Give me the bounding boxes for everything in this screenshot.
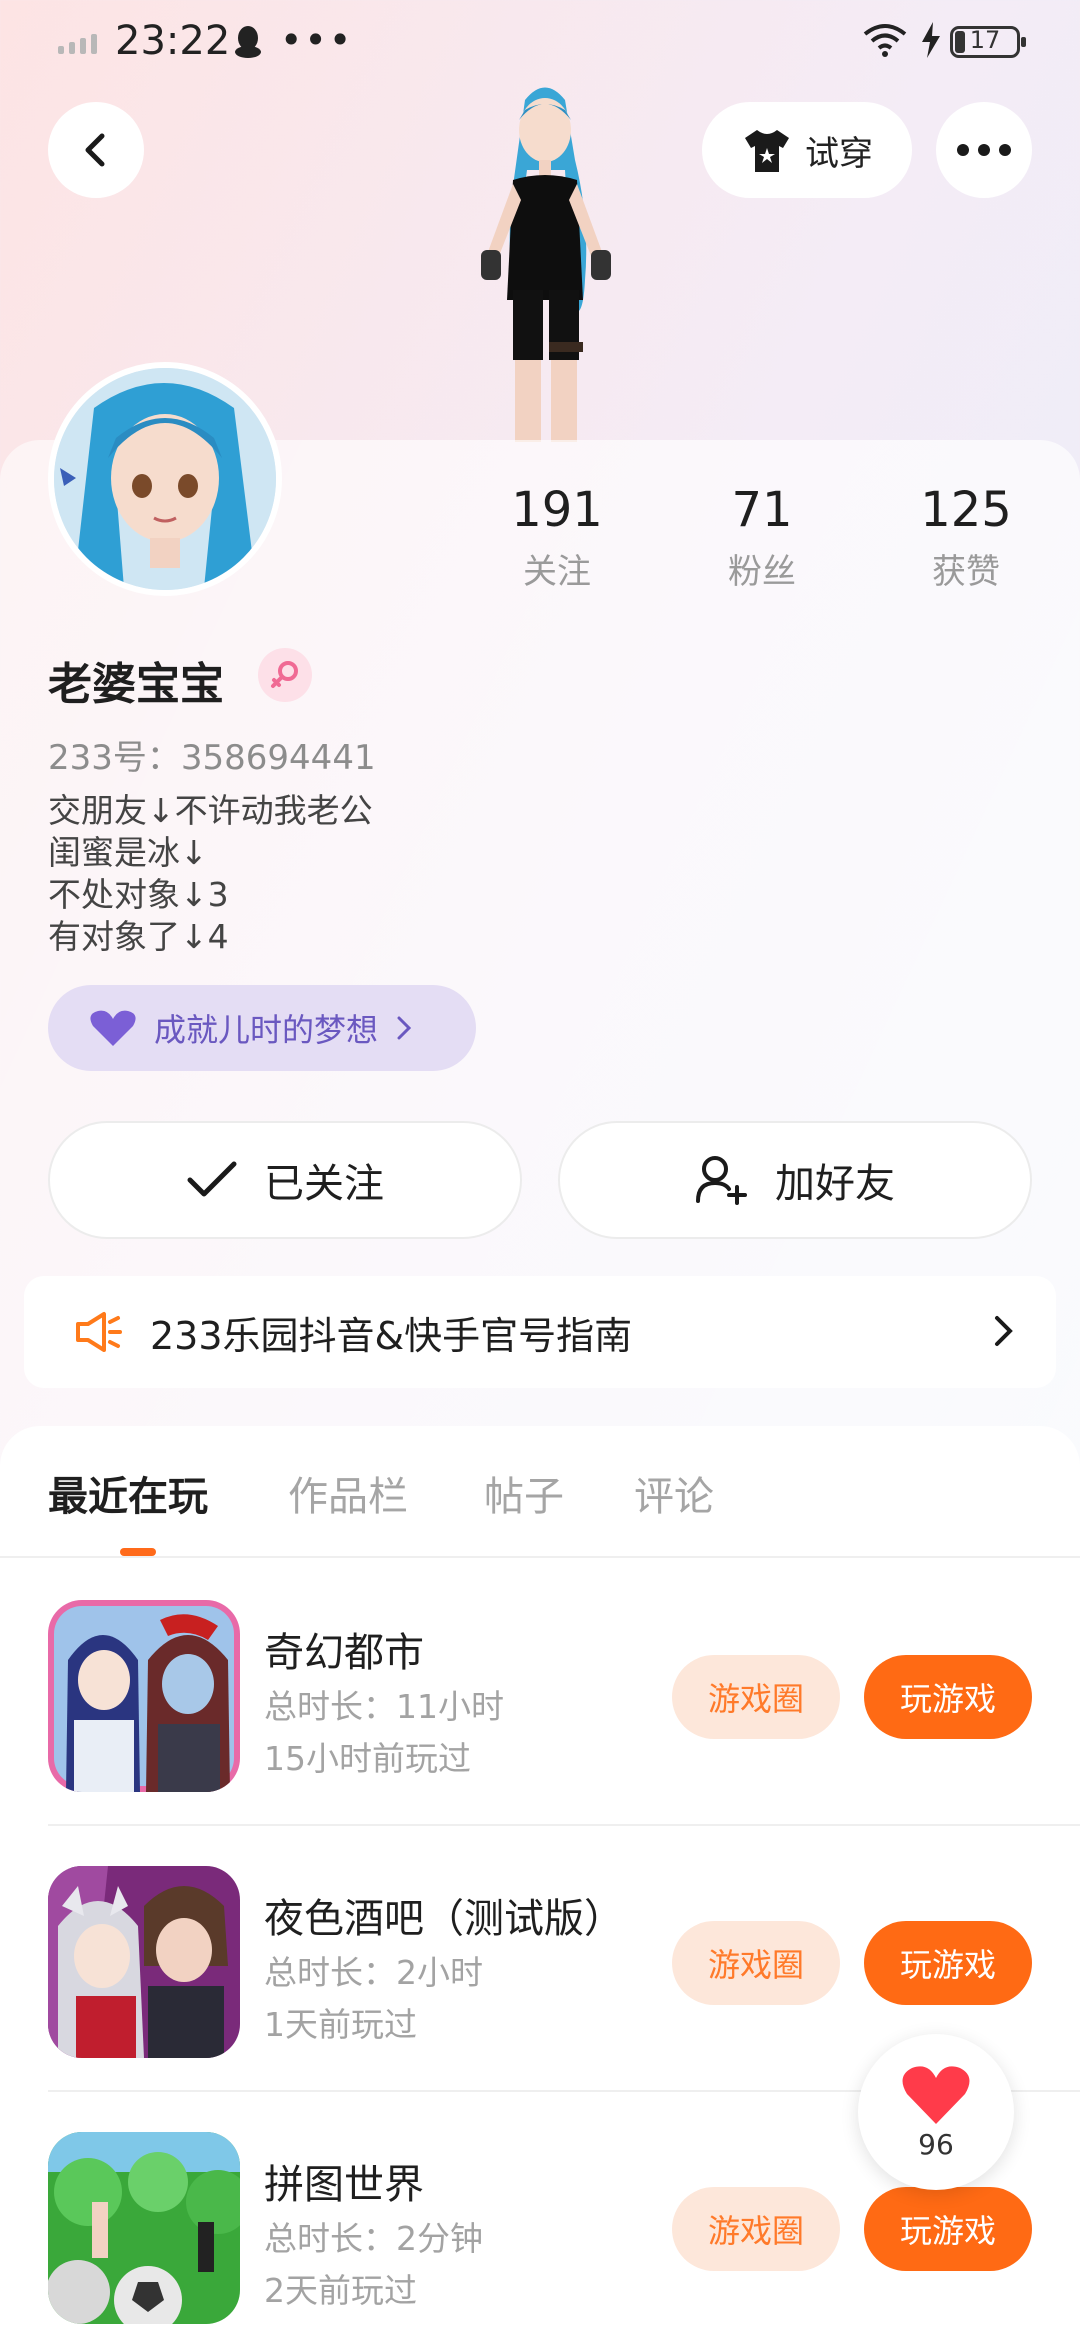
active-tab-indicator: [120, 1548, 156, 1556]
status-time: 23:22: [115, 18, 231, 64]
bio-line: 交朋友↓不许动我老公: [48, 791, 373, 830]
bio-line: 闺蜜是冰↓: [48, 833, 208, 872]
megaphone-icon: [76, 1312, 122, 1352]
like-count: 96: [918, 2127, 954, 2161]
stat-following[interactable]: 191 关注: [467, 482, 647, 593]
notice-text: 233乐园抖音&快手官号指南: [150, 1313, 633, 1358]
tab-comments[interactable]: 评论: [634, 1464, 714, 1522]
bio: 交朋友↓不许动我老公 闺蜜是冰↓ 不处对象↓3 有对象了↓4: [48, 790, 373, 958]
game-name: 夜色酒吧（测试版）: [264, 1896, 624, 1942]
followed-label: 已关注: [264, 1161, 384, 1207]
tab-works[interactable]: 作品栏: [288, 1464, 408, 1522]
tab-bar: 最近在玩 作品栏 帖子 评论: [0, 1426, 1080, 1558]
red-heart-icon: [902, 2065, 970, 2124]
stat-likes[interactable]: 125 获赞: [876, 482, 1056, 593]
back-button[interactable]: [48, 102, 144, 198]
dream-chip[interactable]: 成就儿时的梦想: [48, 985, 476, 1071]
avatar-portrait: [54, 368, 276, 590]
followed-button[interactable]: 已关注: [48, 1121, 522, 1239]
game-duration: 总时长：2分钟: [264, 2219, 483, 2258]
try-on-button[interactable]: 试穿: [702, 102, 912, 198]
avatar[interactable]: [48, 362, 282, 596]
tab-recently-played[interactable]: 最近在玩: [48, 1464, 208, 1522]
notice-banner[interactable]: 233乐园抖音&快手官号指南: [24, 1276, 1056, 1388]
battery-level: 17: [969, 26, 1001, 54]
more-options-button[interactable]: [936, 102, 1032, 198]
stat-followers[interactable]: 71 粉丝: [672, 482, 852, 593]
qq-penguin-icon: [235, 26, 261, 58]
add-friend-label: 加好友: [775, 1161, 895, 1207]
game-last-played: 15小时前玩过: [264, 1739, 471, 1778]
purple-heart-icon: [90, 1010, 136, 1046]
game-name: 拼图世界: [264, 2162, 424, 2208]
game-circle-button[interactable]: 游戏圈: [672, 1655, 840, 1739]
charging-icon: [922, 22, 940, 58]
wifi-icon: [863, 24, 907, 57]
try-on-label: 试穿: [805, 133, 873, 174]
add-user-icon: [696, 1156, 747, 1205]
game-icon: [48, 1866, 240, 2058]
game-name: 奇幻都市: [264, 1630, 424, 1676]
game-circle-button[interactable]: 游戏圈: [672, 1921, 840, 2005]
game-duration: 总时长：2小时: [264, 1953, 483, 1992]
bio-line: 有对象了↓4: [48, 917, 229, 956]
floating-like-button[interactable]: 96: [858, 2034, 1014, 2190]
signal-icon: [58, 34, 97, 54]
stat-value: 125: [920, 482, 1012, 538]
game-last-played: 1天前玩过: [264, 2005, 417, 2044]
more-notifications-icon: •••: [280, 18, 354, 62]
bio-line: 不处对象↓3: [48, 875, 229, 914]
chevron-right-icon: [397, 1016, 412, 1040]
play-game-button[interactable]: 玩游戏: [864, 1921, 1032, 2005]
tshirt-icon: [745, 130, 789, 172]
dream-label: 成就儿时的梦想: [154, 1011, 379, 1049]
user-id: 233号：358694441: [48, 738, 376, 778]
avatar-3d-figure[interactable]: [415, 80, 675, 442]
stat-label: 关注: [523, 552, 591, 592]
play-game-button[interactable]: 玩游戏: [864, 2187, 1032, 2271]
content-panel: 最近在玩 作品栏 帖子 评论 奇幻都市 总时长：11小时 15小时前玩过 游戏圈…: [0, 1426, 1080, 2340]
more-horizontal-icon: [957, 144, 1011, 156]
game-duration: 总时长：11小时: [264, 1687, 504, 1726]
game-circle-button[interactable]: 游戏圈: [672, 2187, 840, 2271]
game-icon: [48, 1600, 240, 1792]
stat-value: 191: [511, 482, 603, 538]
status-bar: 23:22 ••• 17: [0, 0, 1080, 90]
female-gender-icon: [258, 648, 312, 702]
chevron-right-icon: [995, 1316, 1013, 1346]
tab-posts[interactable]: 帖子: [484, 1464, 564, 1522]
battery-icon: 17: [950, 26, 1026, 58]
game-row[interactable]: 奇幻都市 总时长：11小时 15小时前玩过 游戏圈 玩游戏: [0, 1560, 1080, 1826]
nickname: 老婆宝宝: [48, 659, 224, 710]
checkmark-icon: [187, 1161, 237, 1197]
chevron-left-icon: [85, 133, 105, 167]
game-icon: [48, 2132, 240, 2324]
add-friend-button[interactable]: 加好友: [558, 1121, 1032, 1239]
stat-label: 粉丝: [728, 552, 796, 592]
game-last-played: 2天前玩过: [264, 2271, 417, 2310]
play-game-button[interactable]: 玩游戏: [864, 1655, 1032, 1739]
stat-label: 获赞: [932, 552, 1000, 592]
stat-value: 71: [731, 482, 793, 538]
